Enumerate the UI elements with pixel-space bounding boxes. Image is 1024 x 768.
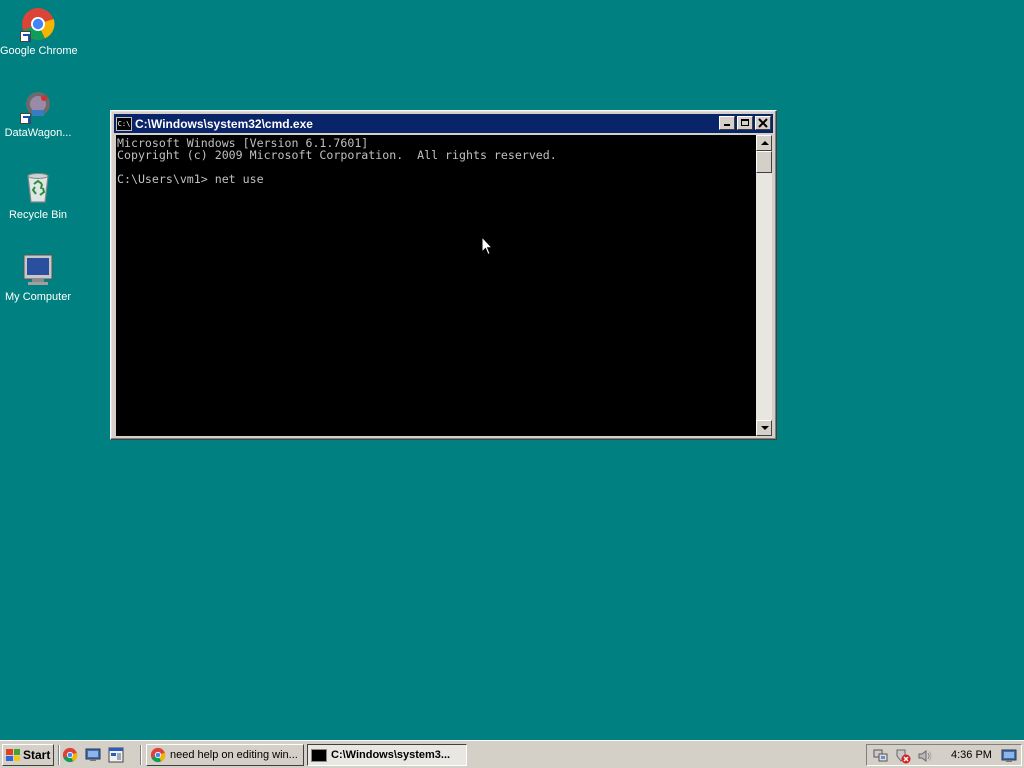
cmd-window[interactable]: C:\ C:\Windows\system32\cmd.exe Microsof…: [110, 110, 777, 440]
desktop-icon-label: Recycle Bin: [8, 209, 68, 221]
my-computer-icon: [20, 252, 56, 288]
cmd-icon: [311, 749, 327, 762]
shortcut-arrow-icon: [20, 31, 31, 42]
scroll-up-button[interactable]: [756, 135, 772, 151]
shortcut-arrow-icon: [20, 113, 31, 124]
taskbar-item-label: C:\Windows\system3...: [331, 749, 451, 761]
console-prompt-line: C:\Users\vm1> net use: [117, 172, 264, 186]
desktop-icon-label: My Computer: [4, 291, 72, 303]
datawagon-icon: [20, 88, 56, 124]
clock[interactable]: 4:36 PM: [951, 749, 992, 761]
show-desktop-icon[interactable]: [85, 747, 101, 763]
minimize-button[interactable]: [719, 116, 735, 130]
close-icon: [758, 118, 768, 128]
console-line: Copyright (c) 2009 Microsoft Corporation…: [117, 148, 557, 162]
maximize-icon: [741, 119, 749, 126]
chrome-icon: [20, 6, 56, 42]
window-titlebar[interactable]: C:\ C:\Windows\system32\cmd.exe: [114, 114, 773, 133]
vertical-scrollbar[interactable]: [756, 135, 772, 436]
scroll-down-button[interactable]: [756, 420, 772, 436]
start-label: Start: [23, 748, 51, 762]
taskbar-item-chrome[interactable]: need help on editing win...: [146, 744, 304, 766]
taskbar: Start need help on editing win... C:\Win…: [0, 740, 1024, 768]
recycle-bin-icon: [20, 170, 56, 206]
console-output[interactable]: Microsoft Windows [Version 6.1.7601] Copy…: [116, 135, 756, 436]
start-button[interactable]: Start: [2, 744, 54, 766]
close-button[interactable]: [755, 116, 771, 130]
show-desktop-icon[interactable]: [1001, 748, 1017, 764]
network-icon[interactable]: [873, 748, 889, 764]
chrome-icon[interactable]: [62, 747, 78, 763]
minimize-icon: [724, 124, 730, 126]
desktop-icon-label: Google Chrome: [0, 45, 78, 57]
desktop-icon-datawagon[interactable]: DataWagon...: [0, 88, 76, 140]
mouse-pointer-icon: [481, 236, 493, 256]
taskbar-separator: [140, 745, 142, 765]
maximize-button[interactable]: [737, 116, 753, 130]
windows-logo-icon: [6, 749, 20, 761]
scroll-thumb[interactable]: [756, 151, 772, 173]
desktop-icon-label: DataWagon...: [4, 127, 72, 139]
cmd-icon[interactable]: C:\: [116, 116, 132, 131]
explorer-icon[interactable]: [108, 747, 124, 763]
taskbar-separator: [58, 745, 60, 765]
desktop-icon-google-chrome[interactable]: Google Chrome: [0, 6, 78, 58]
system-tray: 4:36 PM: [866, 744, 1022, 766]
desktop-icon-my-computer[interactable]: My Computer: [0, 252, 76, 304]
taskbar-item-cmd[interactable]: C:\Windows\system3...: [307, 744, 467, 766]
volume-icon[interactable]: [917, 748, 933, 764]
taskbar-item-label: need help on editing win...: [170, 749, 298, 761]
desktop-icon-recycle-bin[interactable]: Recycle Bin: [0, 170, 76, 222]
security-alert-icon[interactable]: [895, 748, 911, 764]
window-title: C:\Windows\system32\cmd.exe: [135, 116, 313, 131]
chrome-icon: [150, 747, 166, 763]
